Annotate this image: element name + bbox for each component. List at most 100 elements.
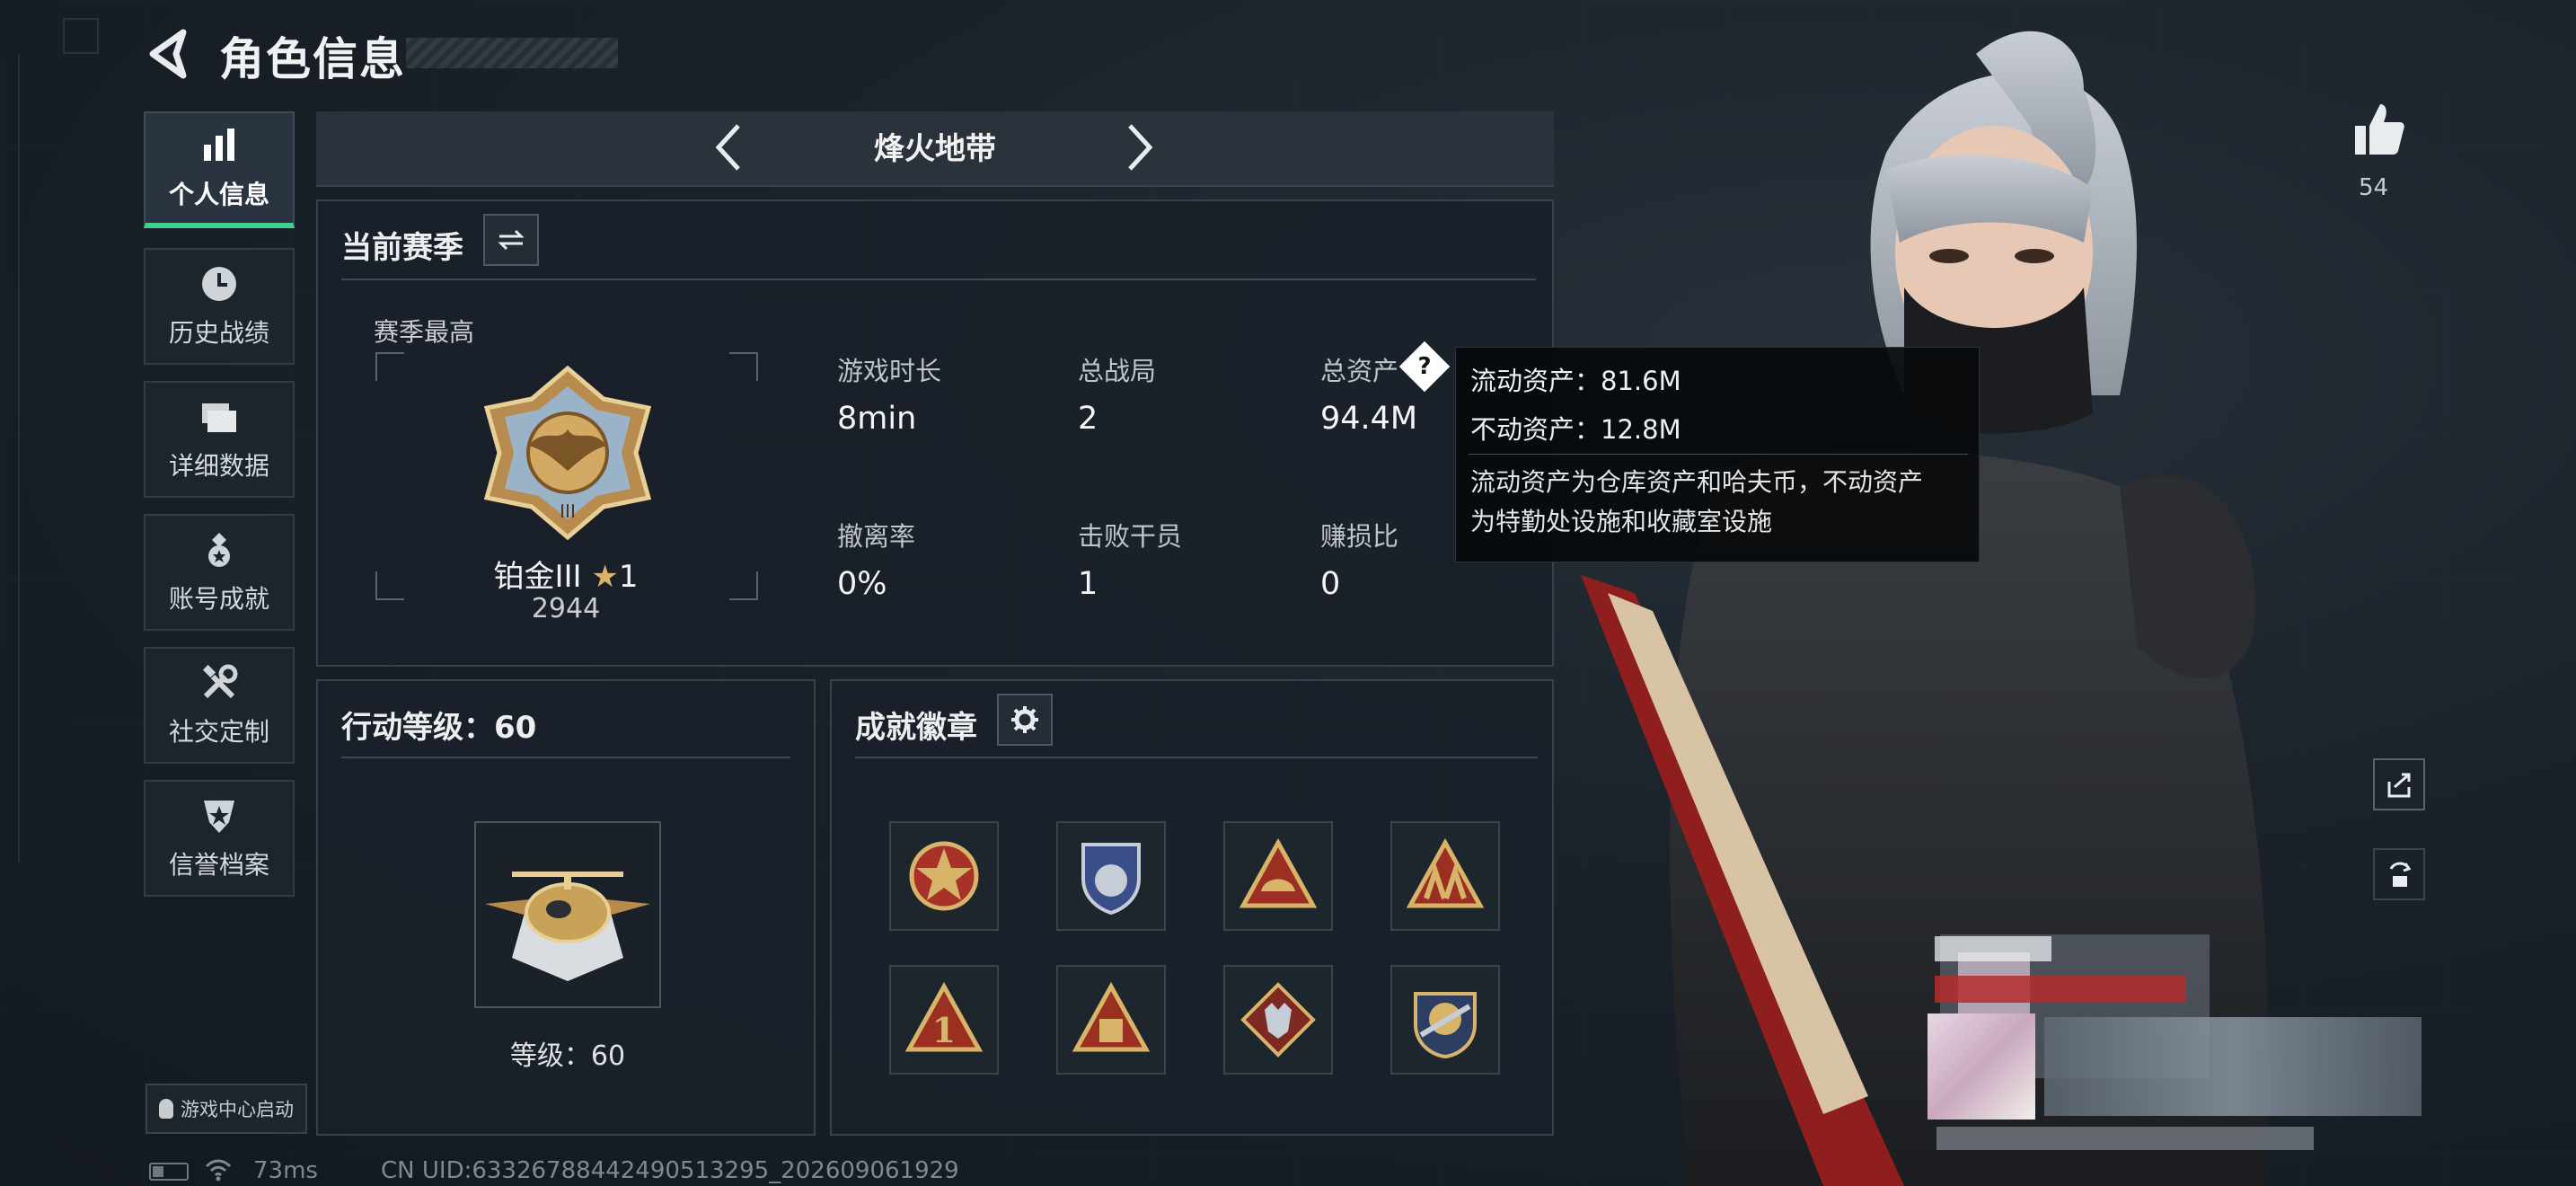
sidebar-item-reputation[interactable]: 信誉档案 xyxy=(144,780,295,897)
svg-text:III: III xyxy=(560,500,576,522)
sidebar-item-detail-data[interactable]: 详细数据 xyxy=(144,381,295,498)
star-icon: ★ xyxy=(591,559,619,595)
diamond-wolf-icon xyxy=(1240,982,1316,1058)
redacted-name xyxy=(1935,936,2051,961)
gear-icon xyxy=(1011,706,1038,733)
stat-label: 击败干员 xyxy=(1078,521,1183,552)
sidebar-item-personal-info[interactable]: 个人信息 xyxy=(144,111,295,228)
bar-chart-icon xyxy=(204,128,234,161)
stat-value: 0 xyxy=(1320,566,1341,602)
svg-text:1: 1 xyxy=(932,1010,956,1050)
triangle-gold-icon xyxy=(1072,981,1151,1052)
action-level-title: 行动等级：60 xyxy=(341,710,537,746)
divider xyxy=(1469,454,1968,455)
thumbs-up-icon[interactable] xyxy=(2351,101,2405,158)
clock-icon xyxy=(202,267,236,301)
like-count: 54 xyxy=(2359,174,2389,201)
badge-diamond-wolf[interactable] xyxy=(1223,965,1333,1075)
help-question-mark: ? xyxy=(1417,353,1432,380)
person-icon xyxy=(159,1099,173,1119)
redacted-footer xyxy=(1936,1127,2314,1150)
badge-star-emblem[interactable] xyxy=(889,821,999,931)
badge-shield-blue[interactable] xyxy=(1056,821,1166,931)
stat-value: 2 xyxy=(1078,401,1098,437)
title-decoration xyxy=(406,38,618,68)
rank-line: 铂金III ★1 xyxy=(372,552,760,596)
badge-triangle-gold[interactable] xyxy=(1056,965,1166,1075)
triangle-team-icon xyxy=(1406,837,1485,908)
divider xyxy=(341,279,1536,280)
launch-label: 游戏中心启动 xyxy=(181,1099,294,1120)
triangle-one-icon: 1 xyxy=(904,981,984,1052)
tooltip-description-line2: 为特勤处设施和收藏室设施 xyxy=(1470,507,1773,536)
action-level-panel: 行动等级：60 等级：60 xyxy=(316,679,816,1136)
badge-triangle-one[interactable]: 1 xyxy=(889,965,999,1075)
sidebar-item-social[interactable]: 社交定制 xyxy=(144,647,295,764)
swap-icon xyxy=(498,229,525,251)
tooltip-fixed-assets: 不动资产：12.8M xyxy=(1470,414,1681,445)
level-label: 等级：60 xyxy=(509,1040,626,1072)
badge-round-rifle[interactable] xyxy=(1390,965,1500,1075)
rank-name: 铂金III xyxy=(493,559,582,595)
wifi-icon xyxy=(205,1159,232,1182)
star-emblem-icon xyxy=(909,841,979,911)
stat-label: 游戏时长 xyxy=(837,356,942,386)
rank-score: 2944 xyxy=(531,593,601,624)
stat-value: 94.4M xyxy=(1320,401,1418,437)
rotate-icon xyxy=(2389,862,2412,887)
badge-triangle-team[interactable] xyxy=(1390,821,1500,931)
level-emblem-frame xyxy=(474,821,661,1008)
divider xyxy=(341,757,790,758)
season-title: 当前赛季 xyxy=(341,230,463,266)
stat-extract-rate: 撤离率 0% xyxy=(837,516,915,602)
tools-icon xyxy=(202,664,238,699)
sidebar-item-label: 信誉档案 xyxy=(168,850,269,880)
round-rifle-icon xyxy=(1414,992,1477,1059)
season-panel: 当前赛季 赛季最高 III 铂金III ★1 2944 游戏时长 8min 总战… xyxy=(316,199,1554,667)
helicopter-emblem-icon xyxy=(485,872,650,981)
switch-season-button[interactable] xyxy=(483,214,539,266)
stat-label: 赚损比 xyxy=(1320,521,1399,552)
redacted-banner xyxy=(1935,976,2186,1003)
season-best-label: 赛季最高 xyxy=(374,317,475,347)
sidebar-item-label: 账号成就 xyxy=(168,584,269,614)
page-title: 角色信息 xyxy=(219,33,406,85)
badges-title: 成就徽章 xyxy=(855,710,977,746)
stat-total-matches: 总战局 2 xyxy=(1078,350,1156,437)
triangle-helmet-icon xyxy=(1239,837,1318,908)
badges-panel: 成就徽章 1 xyxy=(830,679,1554,1136)
share-button[interactable] xyxy=(2373,758,2425,810)
stat-value: 0% xyxy=(837,566,887,602)
back-arrow-icon[interactable] xyxy=(144,27,190,81)
stat-label: 撤离率 xyxy=(837,521,916,552)
sidebar-item-history[interactable]: 历史战绩 xyxy=(144,248,295,365)
share-icon xyxy=(2387,773,2411,798)
decor-square xyxy=(63,18,99,54)
sidebar-item-label: 历史战绩 xyxy=(168,318,269,348)
sidebar-item-label: 个人信息 xyxy=(168,180,269,209)
stat-value: 8min xyxy=(837,401,917,437)
badge-triangle-helmet[interactable] xyxy=(1223,821,1333,931)
folder-icon xyxy=(202,403,236,432)
frame-corner xyxy=(729,352,758,381)
redacted-avatar xyxy=(1928,1013,2035,1120)
shield-star-icon xyxy=(204,801,234,833)
stat-kills: 击败干员 1 xyxy=(1078,516,1182,602)
ping-value: 73ms xyxy=(253,1157,318,1184)
frame-corner xyxy=(375,352,404,381)
player-uid: CN UID:6332678844249051329​5_20260906192… xyxy=(381,1157,959,1184)
rank-emblem-icon: III xyxy=(483,365,652,541)
tooltip-description-line1: 流动资产为仓库资产和哈夫币，不动资产 xyxy=(1470,467,1924,497)
rotate-view-button[interactable] xyxy=(2373,848,2425,900)
stat-play-time: 游戏时长 8min xyxy=(837,350,941,437)
decor-line xyxy=(18,54,20,863)
mode-selector: 烽火地带 xyxy=(316,111,1554,187)
sidebar-item-achievements[interactable]: 账号成就 xyxy=(144,514,295,631)
mode-name: 烽火地带 xyxy=(874,131,996,167)
badge-settings-button[interactable] xyxy=(997,694,1053,746)
sidebar-item-label: 社交定制 xyxy=(168,717,269,747)
game-center-launch-button[interactable]: 游戏中心启动 xyxy=(146,1084,307,1134)
chevron-right-icon[interactable] xyxy=(1121,120,1157,174)
assets-tooltip: 流动资产：81.6M 不动资产：12.8M 流动资产为仓库资产和哈夫币，不动资产… xyxy=(1455,347,1980,562)
stat-profit-ratio: 赚损比 0 xyxy=(1320,516,1398,602)
